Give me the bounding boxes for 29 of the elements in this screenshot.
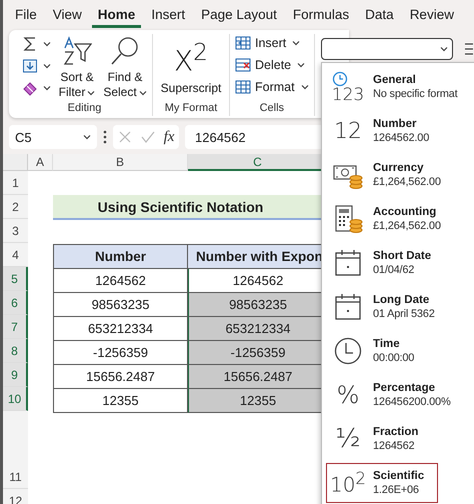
table-header-cell: Number [54,245,188,269]
format-sample: 01/04/62 [373,264,416,276]
format-name: Currency [373,162,424,174]
percentage-format-icon: % [336,381,360,409]
format-name: Scientific [373,470,424,482]
superscript-icon: X$^{2}$ [174,36,208,78]
format-sample: £1,264,562.00 [373,176,441,188]
format-sample: No specific format [373,88,458,100]
format-sample: 1264562.00 [373,132,430,144]
group-label: Cells [260,102,284,116]
group-label: Editing [68,102,102,116]
format-sample: 01 April 5362 [373,308,435,320]
format-name: Percentage [373,382,436,394]
format-sample: 126456200.00% [373,396,451,408]
number-format-icon: 12 [334,118,362,144]
format-name: Number [373,118,418,130]
format-name: General [373,74,417,86]
group-label: My Format [164,102,218,116]
format-name: Long Date [373,294,430,306]
format-sample: 1264562 [373,440,416,452]
scientific-format-icon: 10$^{2}$ [330,469,366,497]
format-name: Fraction [373,426,418,438]
fraction-format-icon: ½ [335,424,361,454]
format-name: Short Date [373,250,432,262]
format-name: Accounting [373,206,438,218]
format-sample: 00:00:00 [373,352,414,364]
format-sample: £1,264,562.00 [373,220,441,232]
format-sample: 1.26E+06 [373,484,420,496]
format-name: Time [373,338,401,350]
